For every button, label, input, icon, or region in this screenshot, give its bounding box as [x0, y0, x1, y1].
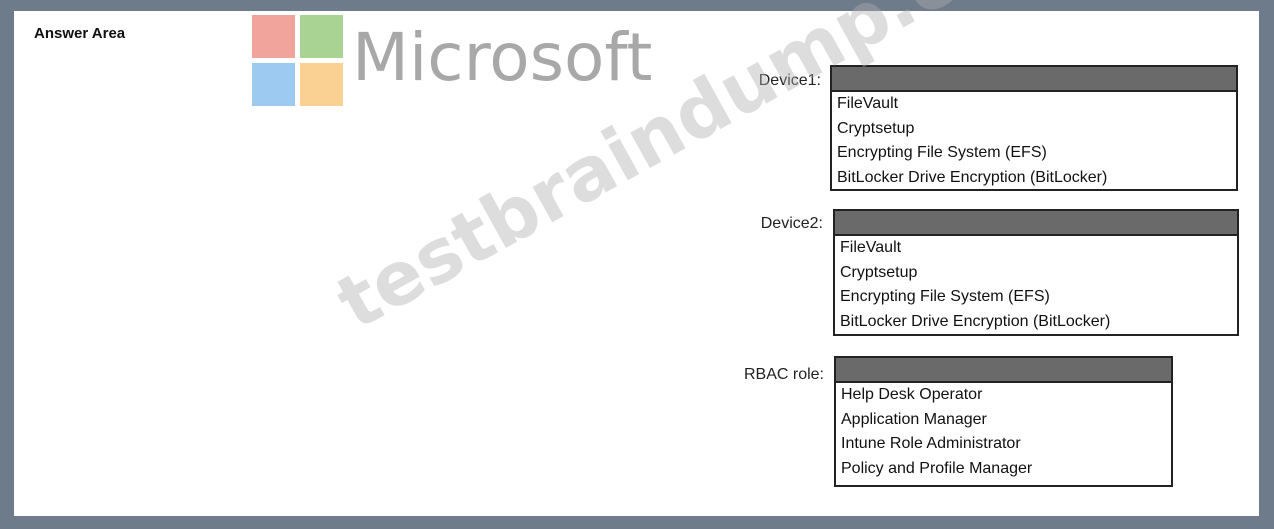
rbac-option-help-desk-operator[interactable]: Help Desk Operator: [836, 383, 1171, 408]
windows-logo-icon: [252, 15, 344, 107]
logo-wordmark: Microsoft: [352, 19, 653, 96]
device2-dropdown-selected[interactable]: [835, 211, 1237, 236]
rbac-role-dropdown[interactable]: Help Desk Operator Application Manager I…: [834, 356, 1173, 487]
device1-label: Device1:: [758, 72, 821, 89]
device1-dropdown[interactable]: FileVault Cryptsetup Encrypting File Sys…: [830, 65, 1238, 191]
rbac-option-policy-profile-manager[interactable]: Policy and Profile Manager: [836, 457, 1171, 482]
answer-area-panel: Answer Area Microsoft Device1: FileVault…: [14, 0, 1259, 516]
answer-area-title: Answer Area: [34, 25, 126, 42]
rbac-option-application-manager[interactable]: Application Manager: [836, 408, 1171, 433]
device2-option-efs[interactable]: Encrypting File System (EFS): [835, 285, 1237, 310]
rbac-role-label: RBAC role:: [743, 366, 824, 383]
device1-option-efs[interactable]: Encrypting File System (EFS): [832, 141, 1236, 166]
rbac-option-intune-role-administrator[interactable]: Intune Role Administrator: [836, 432, 1171, 457]
device1-option-filevault[interactable]: FileVault: [832, 92, 1236, 117]
device2-label: Device2:: [760, 215, 823, 232]
device1-dropdown-selected[interactable]: [832, 67, 1236, 92]
rbac-role-dropdown-selected[interactable]: [836, 358, 1171, 383]
device2-option-bitlocker[interactable]: BitLocker Drive Encryption (BitLocker): [835, 310, 1237, 335]
device1-option-bitlocker[interactable]: BitLocker Drive Encryption (BitLocker): [832, 166, 1236, 191]
device2-option-filevault[interactable]: FileVault: [835, 236, 1237, 261]
device2-option-cryptsetup[interactable]: Cryptsetup: [835, 261, 1237, 286]
device2-dropdown[interactable]: FileVault Cryptsetup Encrypting File Sys…: [833, 209, 1239, 336]
device1-option-cryptsetup[interactable]: Cryptsetup: [832, 117, 1236, 142]
